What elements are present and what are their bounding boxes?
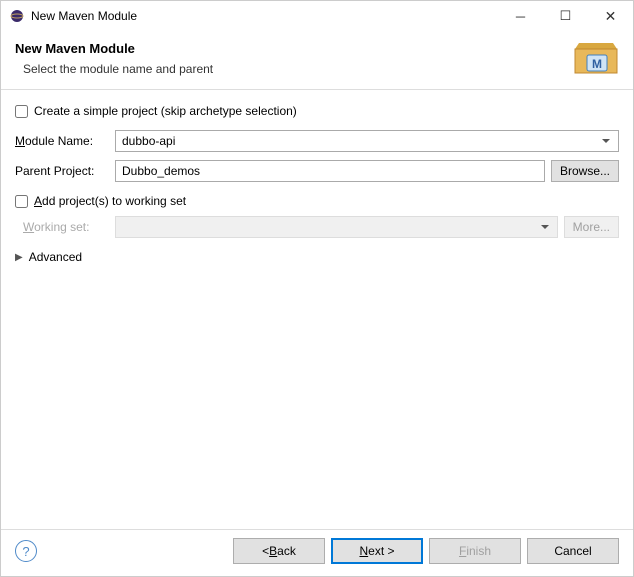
module-name-label: Module Name: — [15, 134, 115, 148]
simple-project-checkbox[interactable] — [15, 105, 28, 118]
titlebar: New Maven Module ─ ☐ ✕ — [1, 1, 633, 31]
wizard-title: New Maven Module — [15, 41, 573, 56]
working-set-label: Working set: — [15, 220, 115, 234]
wizard-content: Create a simple project (skip archetype … — [1, 90, 633, 529]
minimize-button[interactable]: ─ — [498, 1, 543, 31]
wizard-header: New Maven Module Select the module name … — [1, 31, 633, 90]
module-name-input[interactable]: dubbo-api — [115, 130, 619, 152]
simple-project-label: Create a simple project (skip archetype … — [34, 104, 297, 118]
parent-project-input[interactable]: Dubbo_demos — [115, 160, 545, 182]
cancel-button[interactable]: Cancel — [527, 538, 619, 564]
window-controls: ─ ☐ ✕ — [498, 1, 633, 31]
finish-button: Finish — [429, 538, 521, 564]
advanced-label: Advanced — [29, 250, 82, 264]
advanced-expander[interactable]: ▶ Advanced — [15, 250, 619, 264]
titlebar-text: New Maven Module — [31, 9, 498, 23]
working-set-select-row: Working set: More... — [15, 216, 619, 238]
back-button[interactable]: < Back — [233, 538, 325, 564]
simple-project-row: Create a simple project (skip archetype … — [15, 104, 619, 118]
wizard-footer: ? < Back Next > Finish Cancel — [1, 529, 633, 576]
working-set-row: Add project(s) to working set — [15, 194, 619, 208]
add-working-set-label: Add project(s) to working set — [34, 194, 186, 208]
more-button: More... — [564, 216, 619, 238]
wizard-subtitle: Select the module name and parent — [15, 62, 573, 76]
add-working-set-checkbox[interactable] — [15, 195, 28, 208]
maven-module-icon: M — [573, 41, 619, 77]
eclipse-icon — [9, 8, 25, 24]
help-button[interactable]: ? — [15, 540, 37, 562]
parent-project-row: Parent Project: Dubbo_demos Browse... — [15, 160, 619, 182]
browse-button[interactable]: Browse... — [551, 160, 619, 182]
chevron-right-icon: ▶ — [15, 252, 23, 263]
svg-text:M: M — [592, 57, 602, 71]
parent-project-label: Parent Project: — [15, 164, 115, 178]
maximize-button[interactable]: ☐ — [543, 1, 588, 31]
module-name-row: Module Name: dubbo-api — [15, 130, 619, 152]
close-button[interactable]: ✕ — [588, 1, 633, 31]
working-set-combo — [115, 216, 558, 238]
next-button[interactable]: Next > — [331, 538, 423, 564]
